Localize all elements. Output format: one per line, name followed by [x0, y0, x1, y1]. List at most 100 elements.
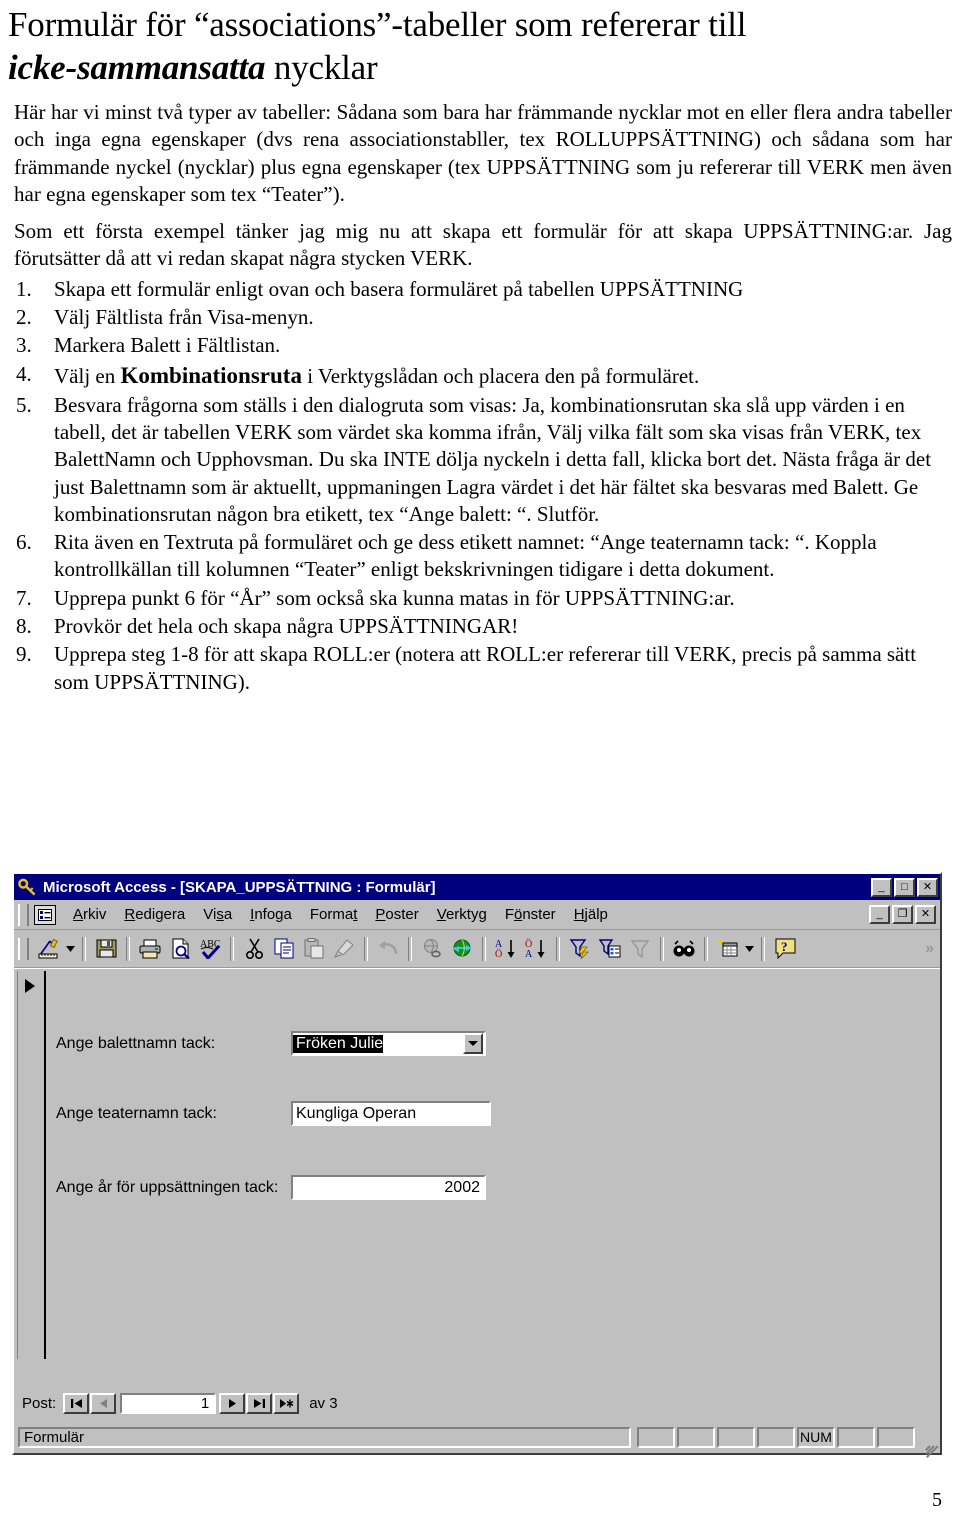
page-title: Formulär för “associations”-tabeller som… — [8, 4, 952, 89]
close-button[interactable]: ✕ — [917, 877, 938, 897]
paste-icon[interactable] — [299, 934, 329, 964]
web-toolbar-icon[interactable] — [447, 934, 477, 964]
textbox-ar[interactable]: 2002 — [291, 1175, 486, 1200]
cut-icon[interactable] — [239, 934, 269, 964]
status-indicator — [757, 1426, 795, 1448]
page-number: 5 — [932, 1489, 942, 1511]
label-teaternamn: Ange teaternamn tack: — [56, 1104, 217, 1122]
mdi-minimize-button[interactable]: _ — [869, 905, 890, 924]
key-icon — [18, 878, 37, 897]
form-document-icon[interactable] — [34, 904, 56, 925]
current-record-input[interactable]: 1 — [120, 1392, 217, 1414]
toolbar-separator — [482, 936, 486, 961]
find-icon[interactable] — [669, 934, 699, 964]
page-title-emphasis: icke-sammansatta — [8, 47, 266, 87]
minimize-button[interactable]: _ — [871, 877, 892, 897]
apply-filter-icon[interactable] — [625, 934, 655, 964]
svg-text:Ö: Ö — [495, 948, 502, 959]
title-bar: Microsoft Access - [SKAPA_UPPSÄTTNING : … — [14, 874, 940, 900]
menu-gripper[interactable] — [18, 903, 29, 926]
print-preview-icon[interactable] — [165, 934, 195, 964]
resize-grip-icon[interactable] — [921, 1429, 939, 1458]
last-record-button[interactable] — [246, 1392, 273, 1414]
mdi-close-button[interactable]: ✕ — [915, 905, 936, 924]
menu-item-visa[interactable]: Visa — [194, 906, 241, 923]
help-icon[interactable]: ? — [770, 934, 800, 964]
textbox-teaternamn[interactable]: Kungliga Operan — [291, 1101, 491, 1126]
previous-record-button[interactable] — [90, 1392, 117, 1414]
list-item: 8. Provkör det hela och skapa några UPPS… — [8, 613, 952, 640]
field-row-teaternamn: Ange teaternamn tack: Kungliga Operan — [56, 1101, 491, 1126]
sort-descending-icon[interactable]: Ö A — [521, 934, 551, 964]
status-bar: Formulär NUM — [16, 1423, 940, 1458]
list-item-text: Skapa ett formulär enligt ovan och baser… — [54, 276, 744, 301]
svg-text:A: A — [525, 949, 533, 959]
page-title-line2-rest: nycklar — [265, 47, 378, 87]
new-object-icon[interactable] — [713, 934, 743, 964]
new-object-dropdown-icon[interactable] — [743, 934, 756, 964]
list-item-number: 5. — [16, 392, 32, 417]
combobox-balettnamn[interactable]: Fröken Julie — [291, 1031, 486, 1056]
menu-item-arkiv[interactable]: AArkivrkiv — [64, 906, 115, 923]
document-page: Formulär för “associations”-tabeller som… — [0, 0, 960, 1530]
menu-item-format[interactable]: Format — [301, 906, 367, 923]
menu-item-poster[interactable]: Poster — [366, 906, 427, 923]
list-item-number: 9. — [16, 642, 32, 667]
window-title: Microsoft Access - [SKAPA_UPPSÄTTNING : … — [43, 878, 436, 896]
list-item: 9. Upprepa steg 1-8 för att skapa ROLL:e… — [8, 641, 952, 696]
format-painter-icon[interactable] — [329, 934, 359, 964]
sort-ascending-icon[interactable]: A Ö — [491, 934, 521, 964]
field-row-ar: Ange år för uppsättningen tack: 2002 — [56, 1175, 486, 1200]
label-balettnamn: Ange balettnamn tack: — [56, 1034, 216, 1052]
textbox-ar-value: 2002 — [444, 1178, 480, 1196]
design-view-icon[interactable] — [34, 934, 64, 964]
list-item: 5. Besvara frågorna som ställs i den dia… — [8, 392, 952, 528]
save-icon[interactable] — [91, 934, 121, 964]
label-ar: Ange år för uppsättningen tack: — [56, 1178, 279, 1196]
list-item-text-post: i Verktygslådan och placera den på formu… — [301, 363, 700, 388]
mdi-restore-button[interactable]: ❐ — [892, 905, 913, 924]
menu-item-verktyg[interactable]: Verktyg — [428, 906, 496, 923]
record-navigator: Post: 1 av 3 — [16, 1389, 940, 1417]
menu-item-redigera[interactable]: Redigera — [115, 906, 194, 923]
chevron-down-icon[interactable] — [463, 1033, 483, 1054]
menu-item-infoga[interactable]: Infoga — [241, 906, 301, 923]
new-record-button[interactable] — [273, 1392, 300, 1414]
menu-item-hjalp[interactable]: Hjälp — [565, 906, 617, 923]
status-indicator — [717, 1426, 755, 1448]
toolbar-separator — [408, 936, 412, 961]
toolbar-separator — [364, 936, 368, 961]
list-item: 3. Markera Balett i Fältlistan. — [8, 332, 952, 359]
insert-hyperlink-icon[interactable] — [417, 934, 447, 964]
status-indicator — [677, 1426, 715, 1448]
menu-item-fonster[interactable]: Fönster — [496, 906, 565, 923]
record-navigator-label: Post: — [22, 1394, 57, 1412]
mdi-window-controls: _ ❐ ✕ — [869, 905, 936, 924]
page-title-line1: Formulär för “associations”-tabeller som… — [8, 5, 747, 44]
copy-icon[interactable] — [269, 934, 299, 964]
print-icon[interactable] — [135, 934, 165, 964]
list-item-text: Rita även en Textruta på formuläret och … — [54, 530, 877, 582]
access-application-window: Microsoft Access - [SKAPA_UPPSÄTTNING : … — [12, 872, 942, 1458]
maximize-button[interactable]: □ — [894, 877, 915, 897]
next-record-button[interactable] — [219, 1392, 246, 1414]
toolbar-separator — [761, 936, 765, 961]
toolbar-separator — [82, 936, 86, 961]
first-record-button[interactable] — [63, 1392, 90, 1414]
textbox-teaternamn-value: Kungliga Operan — [296, 1104, 417, 1122]
list-item: 6. Rita även en Textruta på formuläret o… — [8, 529, 952, 584]
status-indicator — [877, 1426, 915, 1448]
toolbar-separator — [230, 936, 234, 961]
filter-by-selection-icon[interactable] — [565, 934, 595, 964]
spelling-icon[interactable]: ABC — [195, 934, 225, 964]
filter-by-form-icon[interactable] — [595, 934, 625, 964]
design-view-dropdown-icon[interactable] — [64, 934, 77, 964]
list-item-number: 7. — [16, 585, 32, 610]
record-selector[interactable] — [17, 971, 46, 1359]
toolbar-gripper[interactable] — [18, 937, 29, 960]
record-selector-arrow-icon — [25, 979, 35, 993]
more-buttons-icon[interactable]: » — [925, 940, 940, 958]
status-indicator — [637, 1426, 675, 1448]
undo-icon[interactable] — [373, 934, 403, 964]
list-item: 4. Välj en Kombinationsruta i Verktygslå… — [8, 361, 952, 391]
